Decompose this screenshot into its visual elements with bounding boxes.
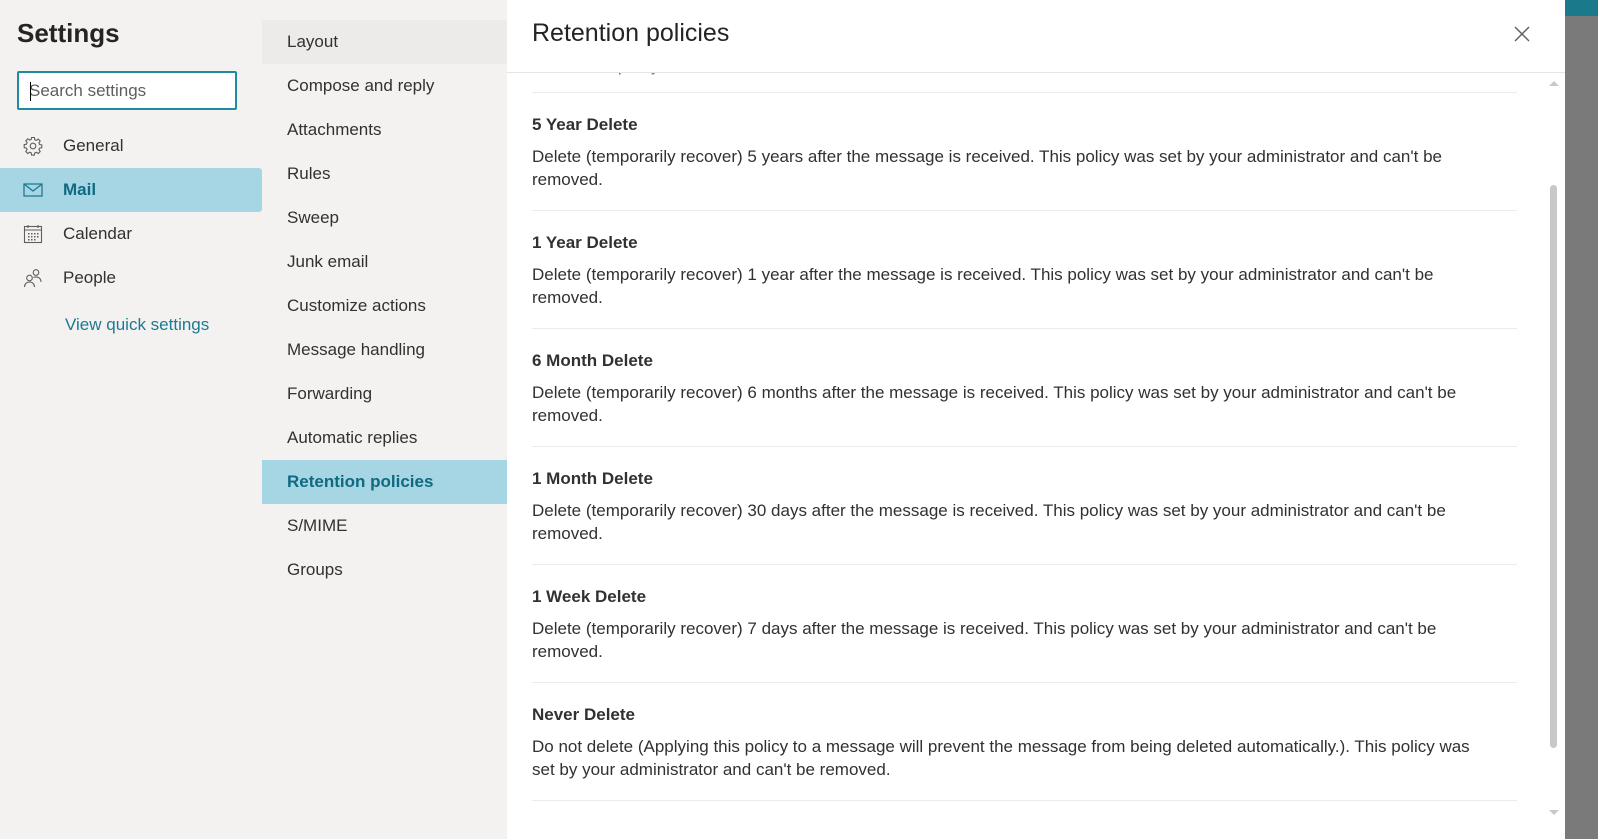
mail-settings-nav: Layout Compose and reply Attachments Rul… (262, 0, 507, 839)
policy-name: 1 Year Delete (532, 233, 638, 252)
policy-description: Delete (temporarily recover) 1 year afte… (532, 265, 1434, 307)
scroll-down-arrow-icon[interactable] (1549, 810, 1559, 815)
close-icon (1514, 26, 1530, 42)
retention-policies-panel: Retention policies + Add new policy 5 Ye… (507, 0, 1565, 839)
nav-item-label: Calendar (63, 224, 132, 243)
mail-nav-rules[interactable]: Rules (262, 152, 507, 196)
background-window-edge (1565, 0, 1598, 839)
policy-description: Delete (temporarily recover) 5 years aft… (532, 147, 1442, 189)
policy-item: 1 Week Delete Delete (temporarily recove… (532, 587, 1492, 663)
mail-nav-customize-actions[interactable]: Customize actions (262, 284, 507, 328)
calendar-icon (22, 223, 44, 245)
settings-title: Settings (17, 18, 120, 48)
policy-description: Do not delete (Applying this policy to a… (532, 737, 1470, 779)
gear-icon (22, 135, 44, 157)
policy-description: Delete (temporarily recover) 6 months af… (532, 383, 1457, 425)
view-quick-settings-link[interactable]: View quick settings (65, 315, 209, 335)
mail-nav-junk-email[interactable]: Junk email (262, 240, 507, 284)
policy-name: 5 Year Delete (532, 115, 638, 134)
divider (532, 564, 1517, 565)
policy-item: 5 Year Delete Delete (temporarily recove… (532, 115, 1492, 191)
policies-list[interactable]: + Add new policy 5 Year Delete Delete (t… (507, 73, 1565, 839)
add-new-policy-button[interactable]: + Add new policy (532, 73, 659, 76)
nav-item-mail[interactable]: Mail (0, 168, 262, 212)
panel-header: Retention policies (507, 0, 1565, 73)
policy-name: 1 Month Delete (532, 469, 653, 488)
mail-nav-sweep[interactable]: Sweep (262, 196, 507, 240)
search-settings-input[interactable] (19, 73, 235, 108)
scrollbar-thumb[interactable] (1550, 185, 1557, 748)
divider (532, 328, 1517, 329)
nav-item-general[interactable]: General (0, 124, 262, 168)
divider (532, 446, 1517, 447)
search-settings-box[interactable] (17, 71, 237, 110)
mail-nav-smime[interactable]: S/MIME (262, 504, 507, 548)
background-window-strip (1565, 0, 1598, 16)
mail-nav-automatic-replies[interactable]: Automatic replies (262, 416, 507, 460)
policy-name: 6 Month Delete (532, 351, 653, 370)
add-new-policy-label: Add new policy (551, 73, 659, 76)
mail-icon (22, 179, 44, 201)
mail-nav-attachments[interactable]: Attachments (262, 108, 507, 152)
divider (532, 210, 1517, 211)
policy-item: 1 Year Delete Delete (temporarily recove… (532, 233, 1492, 309)
policy-item: Never Delete Do not delete (Applying thi… (532, 705, 1492, 781)
text-caret (30, 82, 31, 101)
mail-nav-retention-policies[interactable]: Retention policies (262, 460, 507, 504)
mail-nav-message-handling[interactable]: Message handling (262, 328, 507, 372)
mail-nav-forwarding[interactable]: Forwarding (262, 372, 507, 416)
mail-nav-compose-and-reply[interactable]: Compose and reply (262, 64, 507, 108)
divider (532, 92, 1517, 93)
policy-name: 1 Week Delete (532, 587, 647, 606)
divider (532, 800, 1517, 801)
policy-description: Delete (temporarily recover) 7 days afte… (532, 619, 1437, 661)
people-icon (22, 267, 44, 289)
policy-description: Delete (temporarily recover) 30 days aft… (532, 501, 1446, 543)
settings-nav-pane: Settings General Mail (0, 0, 262, 839)
policy-name: Never Delete (532, 705, 636, 724)
nav-item-label: Mail (63, 180, 97, 199)
nav-item-calendar[interactable]: Calendar (0, 212, 262, 256)
nav-item-people[interactable]: People (0, 256, 262, 300)
mail-nav-layout[interactable]: Layout (262, 20, 507, 64)
nav-item-label: General (63, 136, 124, 155)
divider (532, 682, 1517, 683)
nav-item-label: People (63, 268, 116, 287)
policy-item: 1 Month Delete Delete (temporarily recov… (532, 469, 1492, 545)
plus-icon: + (532, 73, 541, 76)
mail-nav-groups[interactable]: Groups (262, 548, 507, 592)
scroll-up-arrow-icon[interactable] (1549, 81, 1559, 86)
page-title: Retention policies (532, 19, 730, 47)
vertical-scrollbar[interactable] (1545, 73, 1565, 839)
close-button[interactable] (1510, 22, 1534, 46)
policy-item: 6 Month Delete Delete (temporarily recov… (532, 351, 1492, 427)
